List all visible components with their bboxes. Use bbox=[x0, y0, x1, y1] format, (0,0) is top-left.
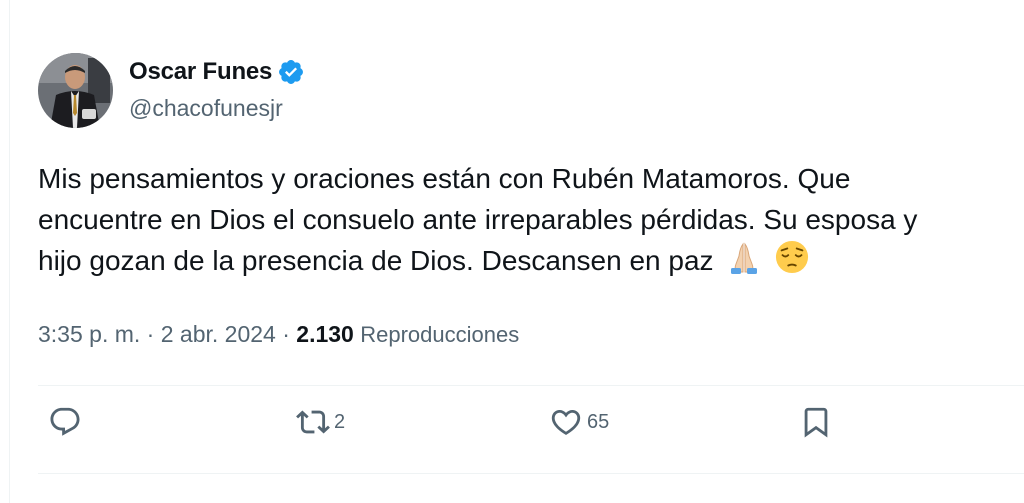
meta-separator: · bbox=[282, 321, 290, 347]
divider-bottom bbox=[38, 473, 1024, 474]
author-name[interactable]: Oscar Funes bbox=[129, 58, 305, 86]
tweet-meta: 3:35 p. m. · 2 abr. 2024 · 2.130 Reprodu… bbox=[38, 321, 519, 348]
retweet-button[interactable]: 2 bbox=[296, 405, 345, 439]
folded-hands-icon bbox=[731, 242, 758, 274]
bookmark-icon bbox=[804, 407, 828, 438]
avatar[interactable] bbox=[38, 53, 113, 128]
tweet-date[interactable]: 2 abr. 2024 bbox=[161, 321, 276, 347]
views-label[interactable]: Reproducciones bbox=[360, 322, 519, 347]
retweet-icon bbox=[296, 410, 330, 434]
tweet-time[interactable]: 3:35 p. m. bbox=[38, 321, 140, 347]
heart-icon bbox=[551, 409, 581, 435]
tweet-text-line: hijo gozan de la presencia de Dios. Desc… bbox=[38, 245, 714, 276]
tweet-text-line-last: hijo gozan de la presencia de Dios. Desc… bbox=[38, 240, 1024, 281]
avatar-image bbox=[38, 53, 113, 128]
bookmark-button[interactable] bbox=[799, 405, 833, 439]
meta-separator: · bbox=[146, 321, 155, 347]
author-name-text[interactable]: Oscar Funes bbox=[129, 58, 272, 86]
divider-top bbox=[38, 385, 1024, 386]
tweet-text-line: encuentre en Dios el consuelo ante irrep… bbox=[38, 204, 918, 235]
like-button[interactable]: 65 bbox=[549, 405, 609, 439]
author-handle[interactable]: @chacofunesjr bbox=[129, 95, 283, 122]
pensive-face-icon bbox=[776, 240, 809, 274]
reply-button[interactable] bbox=[48, 405, 82, 439]
retweet-count: 2 bbox=[334, 410, 346, 433]
action-bar: 2 65 bbox=[0, 405, 1024, 459]
tweet-text: Mis pensamientos y oraciones están con R… bbox=[38, 158, 1024, 281]
reply-icon bbox=[50, 407, 80, 436]
like-count: 65 bbox=[587, 410, 610, 433]
views-count: 2.130 bbox=[296, 321, 354, 347]
verified-badge-icon bbox=[279, 60, 304, 84]
tweet-text-line: Mis pensamientos y oraciones están con R… bbox=[38, 163, 851, 194]
